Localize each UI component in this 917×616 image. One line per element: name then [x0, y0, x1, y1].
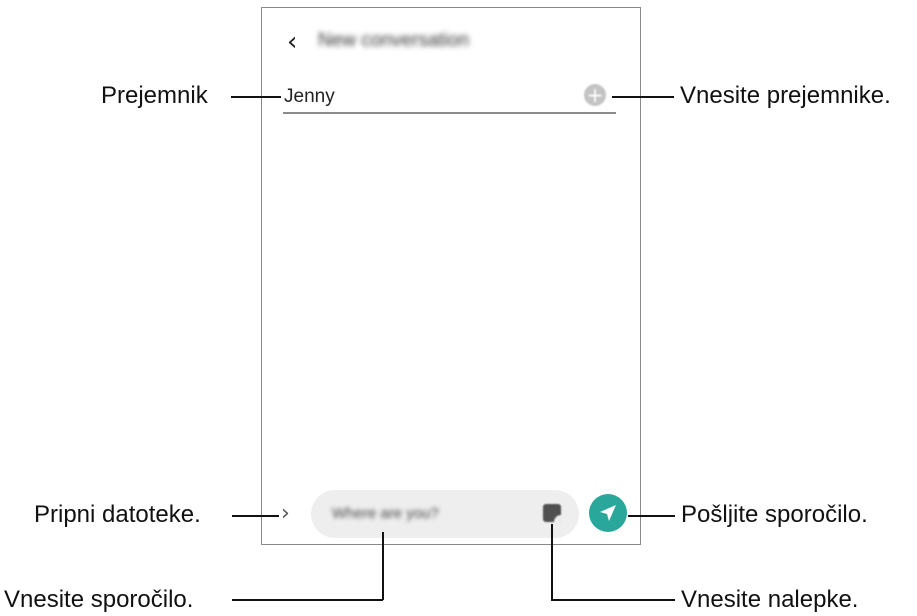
attach-button[interactable]: › — [281, 499, 290, 529]
callout-send-message: Pošljite sporočilo. — [681, 501, 868, 528]
callout-line-recipient — [231, 96, 281, 98]
callout-line-enter-stickers-v — [551, 524, 553, 600]
recipient-field-underline — [283, 112, 616, 114]
callout-enter-stickers: Vnesite nalepke. — [681, 586, 859, 613]
page-title: New conversation — [318, 30, 470, 51]
callout-enter-message: Vnesite sporočilo. — [4, 586, 194, 613]
callout-attach-files: Pripni datoteke. — [34, 501, 201, 528]
callout-line-enter-message-v — [382, 532, 384, 600]
recipient-field[interactable]: Jenny — [284, 86, 335, 108]
callout-recipient: Prejemnik — [101, 82, 208, 109]
sticker-icon[interactable] — [543, 504, 561, 522]
callout-line-send-message — [628, 515, 675, 517]
back-button[interactable]: ‹ — [287, 28, 297, 56]
paper-plane-icon — [600, 505, 616, 521]
callout-line-enter-message-h — [232, 599, 383, 601]
callout-enter-recipients: Vnesite prejemnike. — [680, 82, 891, 109]
callout-line-enter-recipients — [612, 96, 674, 98]
callout-line-attach-files — [232, 515, 279, 517]
message-input-text: Where are you? — [332, 505, 439, 522]
send-button[interactable] — [589, 494, 627, 532]
callout-line-enter-stickers-h — [551, 599, 675, 601]
add-recipient-button[interactable]: + — [584, 84, 606, 106]
